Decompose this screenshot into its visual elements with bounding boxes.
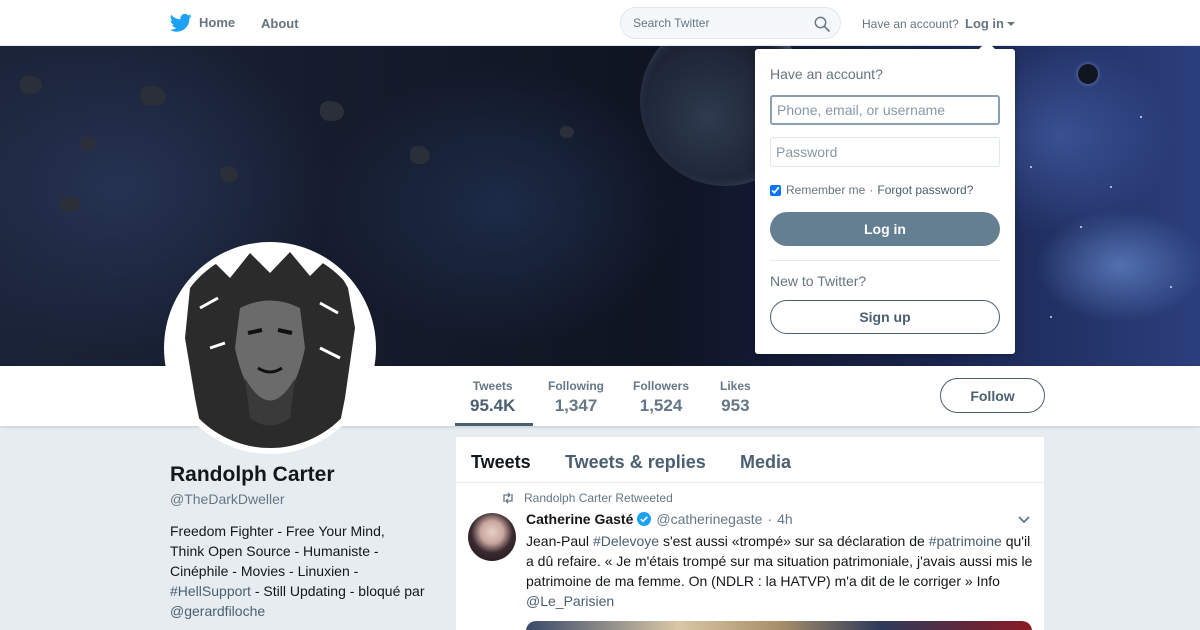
bio-line: Freedom Fighter - Free Your Mind, <box>170 523 385 539</box>
nav-home-label: Home <box>199 15 236 30</box>
active-stat-indicator <box>455 423 533 426</box>
tweet-author-avatar[interactable] <box>468 513 516 561</box>
banner-asteroid <box>20 76 42 94</box>
banner-small-planet <box>1078 64 1098 84</box>
have-account-text: Have an account? <box>862 17 959 31</box>
banner-asteroid <box>140 86 166 106</box>
search-box[interactable] <box>620 7 841 39</box>
stat-label: Likes <box>720 379 751 393</box>
stat-likes[interactable]: Likes 953 <box>720 379 751 416</box>
login-button[interactable]: Log in <box>770 212 1000 246</box>
follow-button[interactable]: Follow <box>940 378 1045 413</box>
timeline-tabs: Tweets Tweets & replies Media <box>456 437 1044 483</box>
tab-tweets[interactable]: Tweets <box>471 452 531 473</box>
remember-separator: · <box>869 183 874 197</box>
stat-value: 95.4K <box>470 396 516 415</box>
banner-star <box>1030 166 1032 168</box>
search-input[interactable] <box>633 16 803 30</box>
login-menu-label: Log in <box>965 16 1004 31</box>
login-dropdown-title: Have an account? <box>770 66 883 82</box>
stat-value: 1,524 <box>639 396 683 415</box>
chevron-down-icon[interactable] <box>1017 515 1031 525</box>
tweet-mention-link[interactable]: @Le_Parisien <box>526 593 614 609</box>
avatar-image <box>170 248 370 448</box>
bio-hashtag-link[interactable]: #HellSupport <box>170 583 251 599</box>
retweet-context: Randolph Carter Retweeted <box>501 491 673 505</box>
tweet-separator: · <box>767 511 773 527</box>
remember-me-checkbox[interactable] <box>770 184 781 196</box>
banner-asteroid <box>410 146 430 164</box>
banner-asteroid <box>220 166 238 182</box>
nav-about-link[interactable]: About <box>261 16 299 31</box>
signup-button[interactable]: Sign up <box>770 300 1000 334</box>
tab-tweets-and-replies[interactable]: Tweets & replies <box>565 452 706 473</box>
stat-following[interactable]: Following 1,347 <box>548 379 604 416</box>
stat-tweets[interactable]: Tweets 95.4K <box>470 379 515 416</box>
forgot-password-link[interactable]: Forgot password? <box>877 183 973 197</box>
tweet-author-handle[interactable]: @catherinegaste <box>656 511 762 527</box>
tweet-hashtag-link[interactable]: #Delevoye <box>593 533 659 549</box>
bio-mention-link[interactable]: @gerardfiloche <box>170 603 265 619</box>
tab-media[interactable]: Media <box>740 452 791 473</box>
login-dropdown: Have an account? Remember me · Forgot pa… <box>755 41 1015 354</box>
stat-label: Tweets <box>472 379 513 393</box>
twitter-bird-icon[interactable] <box>170 13 192 33</box>
stat-followers[interactable]: Followers 1,524 <box>633 379 689 416</box>
tweet-media-image[interactable] <box>526 621 1032 630</box>
username-field[interactable] <box>770 95 1000 125</box>
tweet-header: Catherine Gasté @catherinegaste · 4h <box>526 511 793 527</box>
tweet-text-segment: Jean-Paul <box>526 533 593 549</box>
profile-bio: Freedom Fighter - Free Your Mind, Think … <box>170 521 440 621</box>
bio-line: - Still Updating - bloqué par <box>250 583 425 599</box>
banner-star <box>1110 186 1112 188</box>
banner-star <box>1080 226 1082 228</box>
stat-value: 1,347 <box>554 396 598 415</box>
banner-star <box>1170 286 1172 288</box>
tweet-text: Jean-Paul #Delevoye s'est aussi «trompé»… <box>526 531 1036 611</box>
dropdown-divider <box>770 260 1000 261</box>
banner-asteroid <box>320 101 344 121</box>
remember-me-label[interactable]: Remember me <box>786 183 865 197</box>
verified-badge-icon <box>637 512 652 526</box>
tweet-author-name[interactable]: Catherine Gasté <box>526 511 633 527</box>
remember-me-row: Remember me · Forgot password? <box>770 183 973 197</box>
profile-avatar[interactable] <box>164 242 376 454</box>
new-to-twitter-text: New to Twitter? <box>770 273 867 289</box>
password-field[interactable] <box>770 137 1000 167</box>
banner-star <box>1140 116 1142 118</box>
tweet-text-segment: s'est aussi «trompé» sur sa déclaration … <box>659 533 929 549</box>
stat-label: Following <box>548 379 604 393</box>
banner-asteroid <box>80 136 96 150</box>
caret-down-icon <box>1007 21 1015 26</box>
timeline: Tweets Tweets & replies Media Randolph C… <box>456 437 1044 630</box>
bio-line: Think Open Source - Humaniste - <box>170 543 379 559</box>
banner-star <box>1050 316 1052 318</box>
profile-name: Randolph Carter <box>170 463 335 486</box>
login-menu-toggle[interactable]: Log in <box>965 16 1015 31</box>
tweet-hashtag-link[interactable]: #patrimoine <box>929 533 1002 549</box>
top-navigation-bar: Home About Have an account? Log in <box>0 0 1200 46</box>
retweet-icon <box>503 492 513 504</box>
stat-label: Followers <box>633 379 690 393</box>
banner-asteroid <box>560 126 574 138</box>
stat-value: 953 <box>721 396 750 415</box>
bio-line: Cinéphile - Movies - Linuxien - <box>170 563 359 579</box>
retweet-context-label: Randolph Carter Retweeted <box>524 491 673 505</box>
avatar-portrait-graphic <box>170 248 370 448</box>
search-icon[interactable] <box>814 16 830 32</box>
profile-handle: @TheDarkDweller <box>170 491 285 507</box>
tweet-timestamp[interactable]: 4h <box>777 511 793 527</box>
banner-asteroid <box>60 196 80 212</box>
